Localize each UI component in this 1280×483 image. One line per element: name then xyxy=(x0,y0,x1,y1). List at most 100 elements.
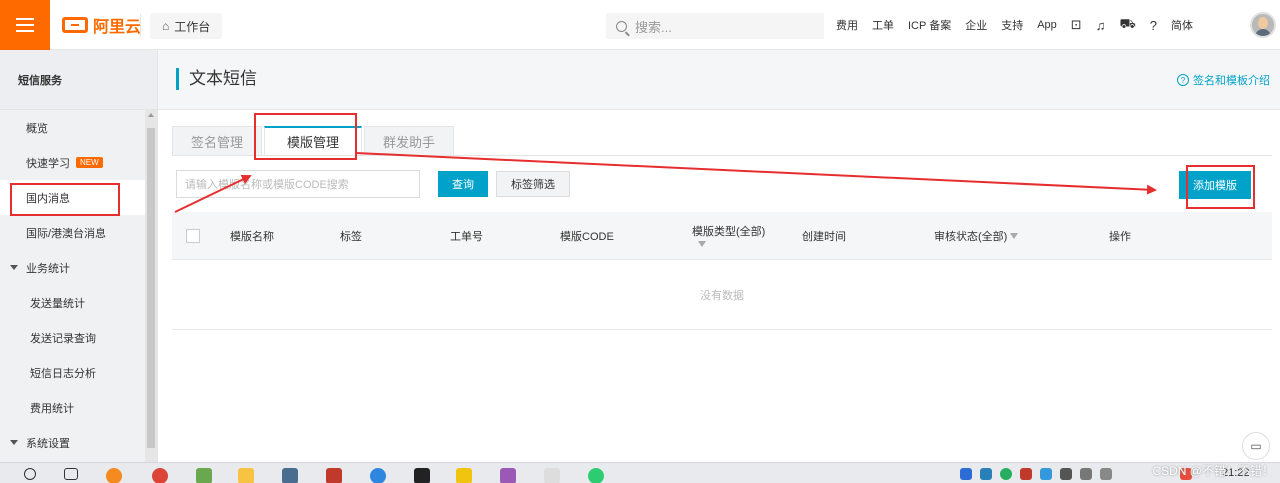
scroll-up-icon[interactable] xyxy=(148,113,154,117)
sidebar: 短信服务 概览 快速学习 NEW 国内消息 国际/港澳台消息 业务统计 发送量统… xyxy=(0,50,158,462)
top-nav: 费用 工单 ICP 备案 企业 支持 App ⊡ ♫ ⛟ ? 简体 xyxy=(836,0,1207,50)
sidebar-item-domestic[interactable]: 国内消息 xyxy=(0,180,157,215)
file-explorer-icon[interactable] xyxy=(238,468,254,483)
filter-icon[interactable] xyxy=(698,240,706,247)
tab-bulk-send[interactable]: 群发助手 xyxy=(364,126,455,156)
column-template-code: 模版CODE xyxy=(560,231,614,243)
battery-icon[interactable] xyxy=(1060,468,1072,480)
page-header: 文本短信 ? 签名和模板介绍 xyxy=(158,50,1280,110)
volume-icon[interactable] xyxy=(1080,468,1092,480)
app-icon[interactable] xyxy=(326,468,342,483)
top-bar: 阿里云 ⌂ 工作台 搜索... 费用 工单 ICP 备案 企业 支持 App ⊡… xyxy=(0,0,1280,50)
caret-down-icon xyxy=(10,440,18,445)
search-placeholder: 搜索... xyxy=(635,19,672,35)
nav-app[interactable]: App xyxy=(1037,19,1057,31)
aliyun-logo-icon xyxy=(62,17,88,33)
sidebar-item-label: 发送记录查询 xyxy=(30,332,96,345)
nav-tickets[interactable]: 工单 xyxy=(872,17,894,33)
sidebar-item-overview[interactable]: 概览 xyxy=(0,110,157,145)
help-icon[interactable]: ? xyxy=(1150,18,1157,33)
nav-billing[interactable]: 费用 xyxy=(836,17,858,33)
aliyun-logo[interactable]: 阿里云 xyxy=(62,14,141,36)
select-all-checkbox[interactable] xyxy=(186,229,200,243)
column-template-name: 模版名称 xyxy=(230,231,274,243)
column-tags: 标签 xyxy=(340,231,362,243)
column-created-time: 创建时间 xyxy=(802,231,846,243)
new-badge: NEW xyxy=(76,157,103,168)
sidebar-item-send-volume[interactable]: 发送量统计 xyxy=(0,285,157,320)
workbench-button[interactable]: ⌂ 工作台 xyxy=(150,13,223,39)
column-ticket-no: 工单号 xyxy=(450,231,483,243)
main-content: 文本短信 ? 签名和模板介绍 签名管理 模版管理 群发助手 请输入模版名称或模版… xyxy=(158,50,1280,462)
sidebar-item-log-analysis[interactable]: 短信日志分析 xyxy=(0,355,157,390)
sidebar-title: 短信服务 xyxy=(0,50,157,110)
sidebar-item-international[interactable]: 国际/港澳台消息 xyxy=(0,215,157,250)
nav-enterprise[interactable]: 企业 xyxy=(965,17,987,33)
sidebar-item-label: 概览 xyxy=(26,122,48,135)
bell-icon[interactable]: ♫ xyxy=(1096,18,1106,33)
add-template-button[interactable]: 添加模版 xyxy=(1179,171,1251,199)
workbench-label: 工作台 xyxy=(174,19,211,34)
avatar[interactable] xyxy=(1250,12,1276,38)
sidebar-item-label: 快速学习 xyxy=(26,157,70,170)
typora-icon[interactable] xyxy=(544,468,560,483)
scrollbar-thumb[interactable] xyxy=(147,128,155,448)
tray-icon[interactable] xyxy=(980,468,992,480)
cart-icon[interactable]: ⛟ xyxy=(1119,16,1135,34)
column-template-type[interactable]: 模版类型(全部) xyxy=(692,212,765,260)
sidebar-item-label: 费用统计 xyxy=(30,402,74,415)
template-search-placeholder: 请输入模版名称或模版CODE搜索 xyxy=(185,179,349,191)
question-icon: ? xyxy=(1177,74,1189,86)
aliyun-console-screen: 阿里云 ⌂ 工作台 搜索... 费用 工单 ICP 备案 企业 支持 App ⊡… xyxy=(0,0,1280,483)
help-link[interactable]: ? 签名和模板介绍 xyxy=(1177,72,1270,88)
app-icon[interactable] xyxy=(370,468,386,483)
search-icon xyxy=(616,20,627,32)
ide-icon[interactable] xyxy=(500,468,516,483)
sidebar-item-send-records[interactable]: 发送记录查询 xyxy=(0,320,157,355)
sidebar-item-label: 系统设置 xyxy=(26,437,70,450)
sidebar-item-cost-stats[interactable]: 费用统计 xyxy=(0,390,157,425)
paint-icon[interactable] xyxy=(196,468,212,483)
sidebar-item-label: 国内消息 xyxy=(26,192,70,205)
sidebar-item-quick-learn[interactable]: 快速学习 NEW xyxy=(0,145,157,180)
tab-templates[interactable]: 模版管理 xyxy=(264,126,363,156)
menu-icon[interactable] xyxy=(0,0,50,50)
column-review-status[interactable]: 审核状态(全部) xyxy=(934,212,1019,260)
tray-icon[interactable] xyxy=(1040,468,1052,480)
filter-icon[interactable] xyxy=(1010,233,1019,239)
wechat-icon[interactable] xyxy=(588,468,604,483)
empty-state: 没有数据 xyxy=(172,260,1272,330)
wifi-icon[interactable] xyxy=(1100,468,1112,480)
chrome-icon[interactable] xyxy=(152,468,168,483)
terminal-icon[interactable]: ⊡ xyxy=(1071,17,1082,33)
sidebar-group-settings[interactable]: 系统设置 xyxy=(0,425,157,460)
app-icon[interactable] xyxy=(282,468,298,483)
firefox-icon[interactable] xyxy=(106,468,122,483)
divider xyxy=(172,155,1272,156)
app-icon[interactable] xyxy=(456,468,472,483)
task-view-icon[interactable] xyxy=(64,468,78,480)
sidebar-group-stats[interactable]: 业务统计 xyxy=(0,250,157,285)
caret-down-icon xyxy=(10,265,18,270)
sidebar-scrollbar[interactable] xyxy=(145,110,157,462)
tray-icon[interactable] xyxy=(1000,468,1012,480)
template-search-input[interactable]: 请输入模版名称或模版CODE搜索 xyxy=(176,170,420,198)
nav-support[interactable]: 支持 xyxy=(1001,17,1023,33)
search-icon[interactable] xyxy=(24,468,36,480)
help-link-label: 签名和模板介绍 xyxy=(1193,75,1270,87)
tab-signatures[interactable]: 签名管理 xyxy=(172,126,263,156)
page-title: 文本短信 xyxy=(176,68,257,90)
sidebar-item-label: 短信日志分析 xyxy=(30,367,96,380)
query-button[interactable]: 查询 xyxy=(438,171,488,197)
feedback-icon[interactable]: ▭ xyxy=(1242,432,1270,460)
language-switch[interactable]: 简体 xyxy=(1171,17,1193,33)
tray-icon[interactable] xyxy=(960,468,972,480)
nav-icp[interactable]: ICP 备案 xyxy=(908,17,951,33)
tag-filter-button[interactable]: 标签筛选 xyxy=(496,171,570,197)
terminal-app-icon[interactable] xyxy=(414,468,430,483)
column-template-type-label: 模版类型(全部) xyxy=(692,225,766,238)
search-input[interactable]: 搜索... xyxy=(606,13,824,39)
tray-icon[interactable] xyxy=(1020,468,1032,480)
sidebar-item-label: 国际/港澳台消息 xyxy=(26,227,107,240)
divider xyxy=(140,14,141,36)
